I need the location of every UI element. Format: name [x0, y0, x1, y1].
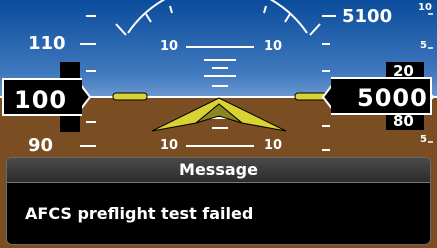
aircraft-symbol-left-wing — [112, 92, 148, 101]
vsi-label: 5 — [420, 134, 427, 145]
altitude-tick-label: 5100 — [342, 6, 393, 27]
altitude-value: 5000 — [357, 84, 428, 112]
pitch-label: 10 — [160, 39, 179, 54]
message-window: Message AFCS preflight test failed — [6, 157, 431, 245]
airspeed-readout: 100 — [2, 78, 82, 116]
pitch-label: 10 — [264, 39, 283, 54]
message-title: Message — [179, 160, 258, 179]
vsi-label: 5 — [420, 40, 427, 51]
pitch-label: 10 — [264, 138, 283, 153]
message-text: AFCS preflight test failed — [25, 204, 254, 223]
altitude-readout: 5000 — [331, 77, 432, 115]
vsi-label: 10 — [418, 2, 432, 13]
airspeed-tick-label: 110 — [28, 33, 66, 54]
airspeed-tick-label: 90 — [28, 135, 54, 156]
message-title-bar: Message — [7, 158, 430, 183]
pitch-label: 10 — [160, 138, 179, 153]
airspeed-value: 100 — [14, 86, 68, 114]
